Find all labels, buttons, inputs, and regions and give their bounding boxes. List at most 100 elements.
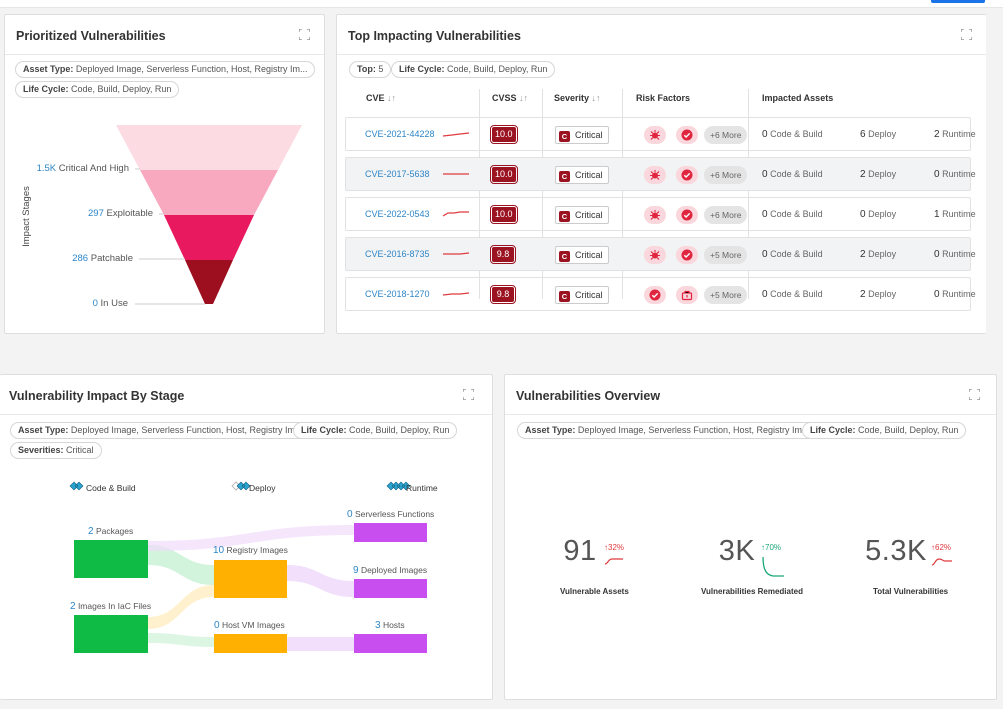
cvss-score: 9.8 [490, 245, 516, 264]
card-title: Vulnerabilities Overview [516, 389, 661, 403]
trend-sparkline [442, 292, 470, 296]
funnel-stage-patchable [164, 215, 254, 260]
node-label-serverless: 0 Serverless Functions [347, 509, 435, 520]
severity-badge: C Critical [555, 206, 609, 224]
impacted-deploy: 2 Deploy [860, 169, 897, 180]
table-row[interactable]: CVE-2021-44228 10.0 C Critical +6 More 0 … [345, 117, 976, 151]
sort-icon: ↓↑ [519, 93, 529, 103]
more-risk-factors-button[interactable]: +6 More [704, 166, 748, 184]
bug-icon[interactable] [644, 166, 666, 184]
prioritized-vulnerabilities-card: Prioritized Vulnerabilities Asset Type: … [4, 14, 325, 334]
vulnerabilities-overview-card: Vulnerabilities Overview Asset Type: Dep… [504, 374, 997, 700]
column-header-cvss[interactable]: CVSS ↓↑ [492, 93, 528, 103]
expand-icon[interactable] [961, 29, 972, 40]
check-shield-icon[interactable] [676, 246, 698, 264]
severity-badge: C Critical [555, 286, 609, 304]
critical-icon: C [559, 171, 570, 182]
funnel-label-critical-high: 1.5K Critical And High [36, 163, 129, 174]
node-label-hosts: 3 Hosts [375, 620, 405, 631]
flow-iac-registry [148, 585, 214, 629]
filter-chip-asset-type[interactable]: Asset Type: Deployed Image, Serverless F… [517, 422, 818, 439]
trend-up-icon: ↑70% [761, 543, 782, 552]
table-row[interactable]: CVE-2022-0543 10.0 C Critical +6 More 0 C… [345, 197, 976, 231]
table-row[interactable]: CVE-2017-5638 10.0 C Critical +6 More 0 C… [345, 157, 976, 191]
node-deployed [354, 579, 427, 598]
check-shield-icon[interactable] [676, 126, 698, 144]
bug-icon[interactable] [644, 206, 666, 224]
more-risk-factors-button[interactable]: +5 More [704, 286, 748, 304]
severity-badge: C Critical [555, 126, 609, 144]
cve-link[interactable]: CVE-2022-0543 [365, 209, 430, 219]
impacted-runtime: 0 Runtime [934, 249, 976, 260]
stage-label-runtime: Runtime [406, 483, 438, 493]
trend-up-icon: ↑32% [604, 543, 625, 552]
filter-chip-life-cycle[interactable]: Life Cycle: Code, Build, Deploy, Run [391, 61, 556, 78]
impacted-code-build: 0 Code & Build [762, 169, 823, 180]
funnel-label-exploitable: 297 Exploitable [88, 208, 153, 219]
filter-chip-life-cycle[interactable]: Life Cycle: Code, Build, Deploy, Run [802, 422, 967, 439]
column-header-cve[interactable]: CVE ↓↑ [366, 93, 396, 103]
exploit-icon[interactable] [676, 286, 698, 304]
more-risk-factors-button[interactable]: +5 More [704, 246, 748, 264]
node-registry [214, 560, 287, 598]
trend-sparkline [442, 211, 469, 217]
filter-chip-top[interactable]: Top: 5 [349, 61, 392, 78]
trend-sparkline [443, 252, 470, 255]
kpi-value: 5.3K [865, 535, 927, 567]
flow-hostvm-hosts [287, 637, 354, 651]
node-label-iac: 2 Images In IaC Files [70, 601, 152, 612]
cvss-score: 10.0 [490, 165, 518, 184]
table-row[interactable]: CVE-2018-1270 9.8 C Critical +5 More 0 Co… [345, 277, 976, 311]
funnel-label-patchable: 286 Patchable [72, 253, 133, 264]
kpi-sparkline [762, 556, 784, 577]
flow-registry-deployed [287, 565, 354, 597]
impacted-code-build: 0 Code & Build [762, 249, 823, 260]
check-shield-icon[interactable] [676, 206, 698, 224]
top-bar-button[interactable] [931, 0, 985, 3]
card-header: Top Impacting Vulnerabilities [337, 15, 986, 55]
severity-badge: C Critical [555, 246, 609, 264]
kpi-total-vulnerabilities[interactable]: 5.3K ↑62% Total Vulnerabilities [865, 535, 965, 605]
stage-label-deploy: Deploy [249, 483, 276, 493]
bug-icon[interactable] [644, 246, 666, 264]
bug-icon[interactable] [644, 126, 666, 144]
impacted-deploy: 6 Deploy [860, 129, 897, 140]
check-shield-icon[interactable] [676, 166, 698, 184]
flow-packages-registry [148, 545, 214, 585]
critical-icon: C [559, 211, 570, 222]
more-risk-factors-button[interactable]: +6 More [704, 206, 748, 224]
funnel-stage-in-use [185, 260, 233, 304]
cve-link[interactable]: CVE-2021-44228 [365, 129, 435, 139]
trend-sparkline [443, 173, 469, 175]
kpi-label: Vulnerabilities Remediated [701, 587, 803, 596]
stage-label-code-build: Code & Build [86, 483, 136, 493]
impacted-runtime: 0 Runtime [934, 289, 976, 300]
column-header-risk-factors: Risk Factors [636, 93, 691, 103]
impacted-code-build: 0 Code & Build [762, 209, 823, 220]
vulnerability-impact-by-stage-card: Vulnerability Impact By Stage Asset Type… [0, 374, 493, 700]
cve-link[interactable]: CVE-2016-8735 [365, 249, 430, 259]
impacted-runtime: 1 Runtime [934, 209, 976, 220]
node-label-registry: 10 Registry Images [213, 545, 288, 556]
node-label-hostvm: 0 Host VM Images [214, 620, 285, 631]
table-row[interactable]: CVE-2016-8735 9.8 C Critical +5 More 0 Co… [345, 237, 976, 271]
trend-sparkline [442, 132, 470, 137]
kpi-vulnerabilities-remediated[interactable]: 3K ↑70% Vulnerabilities Remediated [701, 535, 811, 605]
node-hostvm [214, 634, 287, 653]
kpi-label: Vulnerable Assets [560, 587, 629, 596]
kpi-vulnerable-assets[interactable]: 91 ↑32% Vulnerable Assets [560, 535, 650, 605]
critical-icon: C [559, 291, 570, 302]
cve-link[interactable]: CVE-2017-5638 [365, 169, 430, 179]
cvss-score: 9.8 [490, 285, 516, 304]
column-header-severity[interactable]: Severity ↓↑ [554, 93, 601, 103]
check-shield-icon[interactable] [644, 286, 666, 304]
more-risk-factors-button[interactable]: +6 More [704, 126, 748, 144]
impacted-runtime: 0 Runtime [934, 169, 976, 180]
cve-link[interactable]: CVE-2018-1270 [365, 289, 430, 299]
stage-marker-code-build [69, 481, 84, 491]
sort-icon: ↓↑ [591, 93, 601, 103]
kpi-sparkline [604, 558, 623, 565]
node-packages [74, 540, 148, 578]
expand-icon[interactable] [969, 389, 980, 400]
node-label-deployed: 9 Deployed Images [353, 565, 428, 576]
